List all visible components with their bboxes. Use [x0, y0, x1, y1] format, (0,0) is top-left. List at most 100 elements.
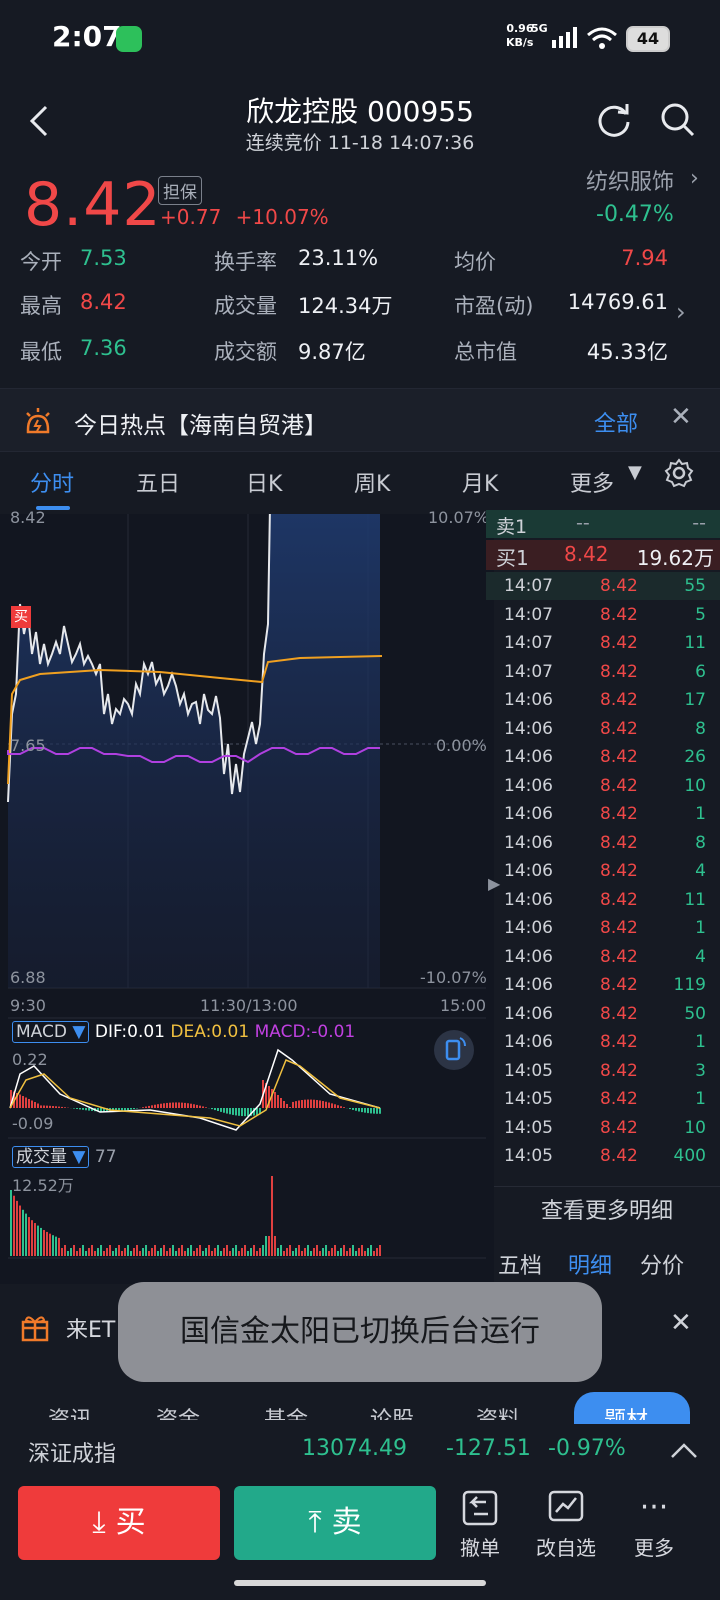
rotate-screen-button[interactable] [434, 1030, 474, 1070]
more-actions-button[interactable]: ··· 更多 [614, 1488, 694, 1561]
tab-five-day[interactable]: 五日 [136, 466, 180, 498]
trade-vol: 1 [695, 1089, 706, 1109]
chevron-right-icon[interactable]: › [690, 166, 699, 191]
buy-button[interactable]: ⤓ 买 [18, 1486, 220, 1560]
sell-button[interactable]: ⤒ 卖 [234, 1486, 436, 1560]
trade-price: 8.42 [600, 946, 638, 967]
subtab-detail[interactable]: 明细 [568, 1248, 612, 1280]
close-icon[interactable]: ✕ [670, 1308, 692, 1338]
trade-row: 14:06 8.42 8 [504, 715, 712, 744]
tab-funds[interactable]: 资金 [156, 1402, 200, 1420]
ask-1-row: 卖1 -- -- [486, 510, 720, 538]
trade-price: 8.42 [600, 1060, 638, 1081]
trade-price: 8.42 [600, 661, 638, 682]
sell-label: 卖 [331, 1505, 362, 1540]
wechat-notification-icon [116, 26, 142, 52]
dropdown-triangle-icon: ▼ [72, 1022, 86, 1042]
rotate-icon [445, 1037, 466, 1061]
close-icon[interactable]: ✕ [670, 402, 692, 432]
stat-label: 总市值 [454, 340, 517, 364]
dropdown-triangle-icon[interactable]: ▼ [628, 462, 642, 483]
margin-badge: 担保 [158, 176, 202, 205]
tab-monthly-k[interactable]: 月K [462, 466, 498, 498]
trade-vol: 17 [684, 690, 706, 710]
trade-row: 14:07 8.42 11 [504, 629, 712, 658]
trade-vol: 10 [684, 775, 706, 796]
hot-topic-text[interactable]: 今日热点【海南自贸港】 [74, 406, 327, 440]
trade-time: 14:06 [504, 1032, 553, 1052]
tab-discussion[interactable]: 论股 [370, 1402, 414, 1420]
trade-row: 14:06 8.42 4 [504, 857, 712, 886]
trade-vol: 1 [695, 1032, 706, 1052]
refresh-icon[interactable] [596, 102, 632, 138]
subtab-price-volume[interactable]: 分价 [640, 1248, 684, 1280]
promo-text[interactable]: 来ET [66, 1312, 115, 1344]
macd-label: MACD [16, 1022, 67, 1042]
dropdown-triangle-icon: ▼ [72, 1147, 86, 1167]
stat-value: 8.42 [80, 290, 127, 314]
ask-1-label: 卖1 [496, 516, 528, 538]
stat-label: 成交额 [214, 340, 277, 364]
trade-price: 8.42 [600, 975, 638, 995]
trade-time: 14:06 [504, 747, 553, 767]
trade-price: 8.42 [600, 576, 638, 596]
x-axis-mid: 11:30/13:00 [200, 996, 298, 1015]
search-icon[interactable] [660, 102, 696, 138]
trade-row: 14:07 8.42 55 [504, 572, 712, 601]
tab-intraday[interactable]: 分时 [30, 466, 74, 498]
trade-time: 14:06 [504, 946, 553, 967]
trade-vol: 4 [695, 946, 706, 967]
signal-icon [552, 27, 577, 48]
intraday-chart[interactable] [0, 514, 494, 1284]
buy-marker[interactable]: 买 [11, 606, 31, 628]
trade-price: 8.42 [600, 1089, 638, 1109]
tab-fund[interactable]: 基金 [264, 1402, 308, 1420]
industry-link[interactable]: 纺织服饰 [586, 164, 674, 196]
trade-vol: 3 [695, 1060, 706, 1081]
tab-daily-k[interactable]: 日K [246, 466, 282, 498]
stat-label: 最高 [20, 294, 62, 318]
more-detail-button[interactable]: 查看更多明细 [494, 1186, 720, 1236]
stat-value: 7.36 [80, 336, 127, 360]
cancel-order-button[interactable]: 撤单 [440, 1488, 520, 1561]
trade-time: 14:05 [504, 1146, 553, 1166]
trade-price: 8.42 [600, 775, 638, 796]
trade-time: 14:06 [504, 690, 553, 710]
stat-value: 124.34万 [298, 294, 393, 318]
tab-theme[interactable]: 题材 [604, 1402, 648, 1420]
trade-vol: 8 [695, 832, 706, 853]
volume-selector[interactable]: 成交量 ▼ [12, 1146, 90, 1168]
stat-value: 45.33亿 [586, 340, 668, 364]
trade-vol: 119 [673, 975, 706, 995]
buy-label: 买 [115, 1505, 146, 1540]
subtab-five-level[interactable]: 五档 [498, 1248, 542, 1280]
stat-label: 今开 [20, 250, 62, 274]
edit-watchlist-button[interactable]: 改自选 [526, 1488, 606, 1561]
home-indicator[interactable] [234, 1580, 486, 1586]
pct-axis-mid: 0.00% [436, 736, 487, 755]
trade-vol: 1 [695, 918, 706, 938]
hot-topic-all-link[interactable]: 全部 [594, 406, 638, 438]
tab-weekly-k[interactable]: 周K [354, 466, 390, 498]
tab-profile[interactable]: 资料 [476, 1402, 520, 1420]
status-time: 2:07 [52, 20, 122, 53]
stat-value: 14769.61 [567, 290, 668, 314]
expand-panel-icon[interactable]: ▶ [488, 874, 500, 893]
trade-vol: 8 [695, 718, 706, 739]
wifi-icon [587, 27, 617, 49]
macd-axis-top: 0.22 [12, 1050, 48, 1069]
stats-chevron-icon[interactable]: › [676, 298, 686, 326]
ask-1-volume: -- [692, 512, 706, 534]
stat-value: 23.11% [298, 246, 379, 270]
trade-vol: 10 [684, 1117, 706, 1138]
tab-more[interactable]: 更多 [570, 466, 614, 498]
tab-news[interactable]: 资讯 [48, 1402, 92, 1420]
macd-selector[interactable]: MACD ▼ [12, 1021, 90, 1043]
buy-arrow-icon: ⤓ [92, 1505, 106, 1540]
gear-icon[interactable] [664, 458, 694, 488]
volume-legend: 成交量 ▼ 77 [12, 1142, 117, 1168]
trade-time: 14:06 [504, 889, 553, 910]
stat-value: 9.87亿 [298, 340, 366, 364]
macd-dea: DEA:0.01 [170, 1022, 250, 1042]
chevron-up-icon[interactable] [670, 1442, 698, 1460]
